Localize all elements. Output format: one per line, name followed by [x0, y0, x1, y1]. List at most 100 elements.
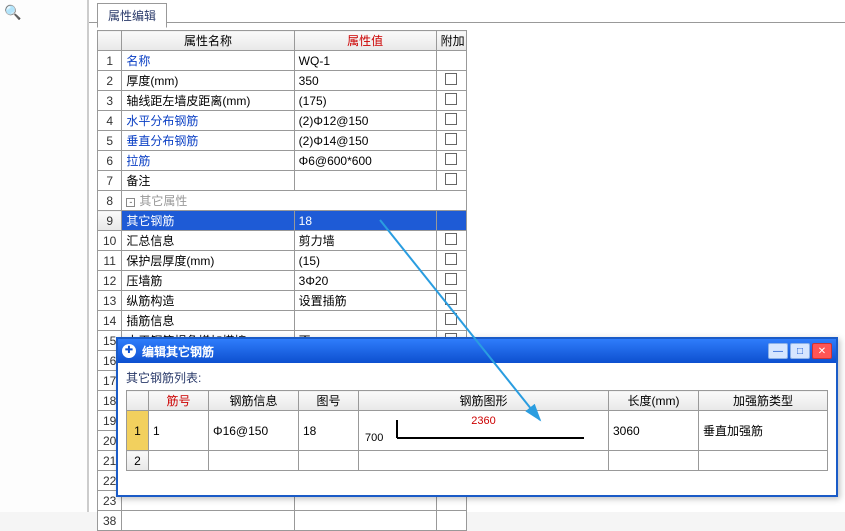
checkbox-icon[interactable]: [445, 153, 457, 165]
property-row[interactable]: 8-其它属性: [98, 191, 467, 211]
row-number: 8: [98, 191, 122, 211]
prop-value[interactable]: 18: [294, 211, 436, 231]
checkbox-icon[interactable]: [445, 293, 457, 305]
dialog-body: 其它钢筋列表: 筋号 钢筋信息 图号 钢筋图形 长度(mm) 加强筋类型 1: [118, 363, 836, 477]
col-extra: 附加: [436, 31, 466, 51]
row-number: 38: [98, 511, 122, 531]
prop-extra-checkbox-cell[interactable]: [436, 231, 466, 251]
prop-extra-checkbox-cell[interactable]: [436, 151, 466, 171]
prop-extra-checkbox-cell[interactable]: [436, 271, 466, 291]
rebar-length[interactable]: 3060: [609, 411, 699, 451]
prop-extra-checkbox-cell[interactable]: [436, 51, 466, 71]
checkbox-icon[interactable]: [445, 233, 457, 245]
prop-name: 备注: [122, 171, 294, 191]
prop-value[interactable]: [294, 511, 436, 531]
sub-col-shapeno: 图号: [299, 391, 359, 411]
row-number: 11: [98, 251, 122, 271]
maximize-button[interactable]: □: [790, 343, 810, 359]
property-row[interactable]: 10汇总信息剪力墙: [98, 231, 467, 251]
checkbox-icon[interactable]: [445, 313, 457, 325]
prop-extra-checkbox-cell[interactable]: [436, 251, 466, 271]
prop-value[interactable]: [294, 171, 436, 191]
rebar-row-2[interactable]: 2: [127, 451, 828, 471]
minimize-button[interactable]: —: [768, 343, 788, 359]
rebar-shape-cell[interactable]: 700 2360: [359, 411, 609, 451]
rebar-info[interactable]: Φ16@150: [209, 411, 299, 451]
row-number: 13: [98, 291, 122, 311]
prop-extra-checkbox-cell[interactable]: [436, 171, 466, 191]
property-row[interactable]: 13纵筋构造设置插筋: [98, 291, 467, 311]
prop-name: 水平分布钢筋: [122, 111, 294, 131]
dialog-edit-other-rebar: ✚ 编辑其它钢筋 — □ ✕ 其它钢筋列表: 筋号 钢筋信息 图号 钢筋图形 长…: [116, 337, 838, 497]
checkbox-icon[interactable]: [445, 113, 457, 125]
dialog-titlebar[interactable]: ✚ 编辑其它钢筋 — □ ✕: [118, 339, 836, 363]
row-number: 6: [98, 151, 122, 171]
row-number: 1: [98, 51, 122, 71]
prop-name: 垂直分布钢筋: [122, 131, 294, 151]
prop-value[interactable]: (15): [294, 251, 436, 271]
prop-value[interactable]: 剪力墙: [294, 231, 436, 251]
checkbox-icon[interactable]: [445, 73, 457, 85]
prop-extra-checkbox-cell[interactable]: [436, 71, 466, 91]
prop-value[interactable]: (2)Φ14@150: [294, 131, 436, 151]
collapse-icon[interactable]: -: [126, 198, 135, 207]
prop-value[interactable]: 设置插筋: [294, 291, 436, 311]
prop-value[interactable]: Φ6@600*600: [294, 151, 436, 171]
property-row[interactable]: 14插筋信息: [98, 311, 467, 331]
rebar-shapeno[interactable]: 18: [299, 411, 359, 451]
prop-name: 保护层厚度(mm): [122, 251, 294, 271]
close-button[interactable]: ✕: [812, 343, 832, 359]
rebar-num[interactable]: 1: [149, 411, 209, 451]
sub-col-type: 加强筋类型: [699, 391, 828, 411]
prop-value[interactable]: (175): [294, 91, 436, 111]
property-row[interactable]: 1名称WQ-1: [98, 51, 467, 71]
col-value: 属性值: [294, 31, 436, 51]
prop-extra-checkbox-cell[interactable]: [436, 131, 466, 151]
property-row[interactable]: 4水平分布钢筋(2)Φ12@150: [98, 111, 467, 131]
tab-property-edit[interactable]: 属性编辑: [97, 3, 167, 28]
prop-value[interactable]: [294, 311, 436, 331]
rebar-rownum: 2: [127, 451, 149, 471]
row-number: 2: [98, 71, 122, 91]
property-row[interactable]: 3轴线距左墙皮距离(mm)(175): [98, 91, 467, 111]
prop-extra-checkbox-cell[interactable]: [436, 91, 466, 111]
property-row[interactable]: 38: [98, 511, 467, 531]
prop-name: 厚度(mm): [122, 71, 294, 91]
prop-extra-checkbox-cell[interactable]: [436, 511, 466, 531]
checkbox-icon[interactable]: [445, 93, 457, 105]
property-row[interactable]: 2厚度(mm)350: [98, 71, 467, 91]
col-rownum: [98, 31, 122, 51]
prop-value[interactable]: WQ-1: [294, 51, 436, 71]
property-row[interactable]: 7备注: [98, 171, 467, 191]
rebar-list-grid[interactable]: 筋号 钢筋信息 图号 钢筋图形 长度(mm) 加强筋类型 1 1 Φ16@150…: [126, 390, 828, 471]
property-row[interactable]: 6拉筋Φ6@600*600: [98, 151, 467, 171]
rebar-rownum: 1: [127, 411, 149, 451]
property-row[interactable]: 5垂直分布钢筋(2)Φ14@150: [98, 131, 467, 151]
checkbox-icon[interactable]: [445, 173, 457, 185]
prop-extra-checkbox-cell[interactable]: [436, 111, 466, 131]
col-name: 属性名称: [122, 31, 294, 51]
checkbox-icon[interactable]: [445, 133, 457, 145]
rebar-row-1[interactable]: 1 1 Φ16@150 18 700 2360 3060 垂直加强筋: [127, 411, 828, 451]
group-label[interactable]: -其它属性: [122, 191, 467, 211]
checkbox-icon[interactable]: [445, 273, 457, 285]
prop-value[interactable]: 350: [294, 71, 436, 91]
property-row[interactable]: 11保护层厚度(mm)(15): [98, 251, 467, 271]
property-row[interactable]: 9其它钢筋18: [98, 211, 467, 231]
prop-extra-checkbox-cell[interactable]: [436, 211, 466, 231]
rebar-type[interactable]: 垂直加强筋: [699, 411, 828, 451]
prop-name: 插筋信息: [122, 311, 294, 331]
property-row[interactable]: 12压墙筋3Φ20: [98, 271, 467, 291]
tab-underline: [89, 22, 845, 23]
prop-extra-checkbox-cell[interactable]: [436, 291, 466, 311]
sub-col-num: 筋号: [149, 391, 209, 411]
prop-value[interactable]: (2)Φ12@150: [294, 111, 436, 131]
prop-name: 汇总信息: [122, 231, 294, 251]
search-icon[interactable]: 🔍: [4, 4, 20, 20]
sub-col-shape: 钢筋图形: [359, 391, 609, 411]
prop-value[interactable]: 3Φ20: [294, 271, 436, 291]
prop-extra-checkbox-cell[interactable]: [436, 311, 466, 331]
shape-dim-left: 700: [365, 432, 383, 444]
sub-col-length: 长度(mm): [609, 391, 699, 411]
checkbox-icon[interactable]: [445, 253, 457, 265]
